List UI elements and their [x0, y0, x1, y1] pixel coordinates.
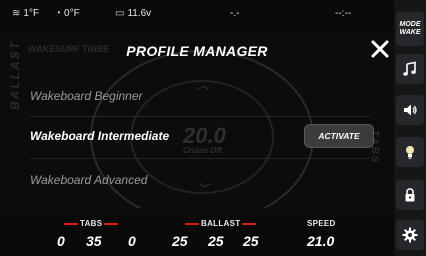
profile-item-intermediate[interactable]: Wakeboard Intermediate	[30, 129, 169, 143]
accent-line	[104, 222, 119, 225]
volume-icon	[404, 104, 417, 116]
light-icon	[406, 146, 414, 159]
accent-line	[185, 222, 199, 225]
mode-button[interactable]: MODE WAKE	[396, 12, 424, 46]
ballast-center-value: 25	[208, 233, 224, 249]
lock-button[interactable]	[396, 180, 424, 210]
gear-icon	[402, 227, 418, 243]
light-button[interactable]	[396, 137, 424, 167]
screen: ≋ 1°F ◔ 0°F ▭ 11.6v -.- --:-- WAKESURF T…	[0, 0, 426, 256]
background-down-chevron-icon: ﹀	[197, 182, 210, 196]
modal-title: PROFILE MANAGER	[126, 43, 268, 59]
close-icon	[371, 40, 389, 58]
background-cruise-state: Cruise Off	[183, 146, 222, 155]
activate-button[interactable]: ACTIVATE	[304, 124, 374, 148]
volume-button[interactable]	[396, 95, 424, 125]
divider	[30, 158, 370, 159]
bottom-readouts: TABS 0 35 0 BALLAST 25 25 25 SPEED 21.0	[0, 212, 394, 256]
battery-icon: ▭	[115, 8, 125, 19]
speed-label: SPEED	[307, 219, 336, 228]
ballast-right-value: 25	[243, 233, 259, 249]
ballast-heading: BALLAST	[183, 219, 258, 228]
divider	[30, 116, 370, 117]
close-button[interactable]	[369, 38, 391, 60]
accent-line	[242, 222, 257, 225]
settings-button[interactable]	[396, 220, 424, 250]
status-field-2: --:--	[335, 8, 352, 19]
profile-item-beginner[interactable]: Wakeboard Beginner	[30, 89, 143, 103]
profile-item-advanced[interactable]: Wakeboard Advanced	[30, 173, 147, 187]
accent-line	[64, 222, 78, 225]
water-temp-readout: ≋ 1°F	[12, 8, 39, 19]
water-temp-value: 1°F	[23, 8, 40, 19]
air-temp-icon: ◔	[55, 8, 62, 19]
ballast-left-value: 25	[172, 233, 188, 249]
music-button[interactable]	[396, 54, 424, 84]
tab-left-value: 0	[57, 233, 65, 249]
water-temp-icon: ≋	[12, 8, 21, 19]
status-field-1: -.-	[230, 8, 240, 19]
tab-right-value: 0	[128, 233, 136, 249]
tab-center-value: 35	[86, 233, 102, 249]
ballast-label: BALLAST	[201, 219, 241, 228]
right-sidebar: MODE WAKE	[394, 0, 426, 256]
air-temp-value: 0°F	[64, 8, 80, 19]
battery-readout: ▭ 11.6v	[115, 8, 151, 19]
tabs-heading: TABS	[62, 219, 120, 228]
mode-value: WAKE	[399, 29, 421, 36]
battery-value: 11.6v	[127, 8, 152, 19]
tabs-label: TABS	[80, 219, 103, 228]
mode-label: MODE	[399, 21, 421, 28]
air-temp-readout: ◔ 0°F	[55, 8, 80, 19]
lock-icon	[405, 188, 415, 202]
music-icon	[403, 61, 416, 76]
background-up-chevron-icon: ︿	[197, 78, 210, 92]
speed-value: 21.0	[307, 233, 335, 249]
status-bar: ≋ 1°F ◔ 0°F ▭ 11.6v -.- --:--	[0, 0, 394, 30]
